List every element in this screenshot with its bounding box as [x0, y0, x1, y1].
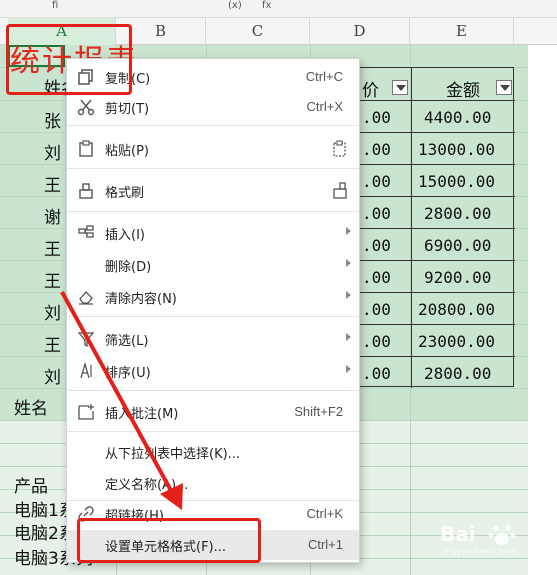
price-cell: .00	[362, 268, 391, 287]
price-cell: .00	[362, 236, 391, 255]
name-cell: 谢	[44, 208, 61, 228]
menu-item-label: 格式刷	[105, 186, 145, 201]
header-amount: 金额	[446, 81, 480, 101]
paw-icon	[488, 525, 516, 545]
name-cell: 刘	[44, 304, 61, 324]
sort-icon	[80, 362, 92, 379]
menu-item-label: 排序(U)	[105, 366, 151, 381]
spreadsheet-window: fi (x) fx A B C D E 统计报表 姓名 价 金额 张 刘 王 谢…	[0, 0, 557, 575]
toolbar-segment: (x)	[228, 0, 242, 11]
menu-item-delete[interactable]: 删除(D)	[67, 250, 359, 280]
column-header-e[interactable]: E	[410, 18, 514, 45]
format-brush-icon	[79, 183, 93, 199]
menu-item-format-painter[interactable]: 格式刷	[67, 176, 359, 206]
menu-item-label: 粘贴(P)	[105, 144, 149, 159]
menu-item-label: 筛选(L)	[105, 334, 149, 349]
menu-item-clear-contents[interactable]: 清除内容(N)	[67, 282, 359, 312]
menu-item-paste[interactable]: 粘贴(P)	[67, 134, 359, 164]
price-cell: .00	[362, 364, 391, 383]
header-price: 价	[362, 81, 379, 101]
amount-cell: 20800.00	[418, 300, 496, 319]
toolbar-segment: fi	[52, 0, 59, 11]
menu-item-label: 插入批注(M)	[105, 407, 179, 422]
amount-cell: 13000.00	[418, 140, 496, 159]
name-cell: 王	[44, 272, 61, 292]
paste-icon	[79, 140, 93, 157]
scissors-icon	[77, 99, 95, 116]
menu-item-label: 清除内容(N)	[105, 292, 177, 307]
watermark-sub: jingyan.baidu.com	[442, 547, 516, 556]
comment-icon	[78, 404, 94, 420]
amount-cell: 6900.00	[424, 236, 492, 255]
price-cell: .00	[362, 172, 391, 191]
name-cell: 刘	[44, 368, 61, 388]
toolbar-segment: fx	[262, 0, 272, 11]
name-cell: 王	[44, 176, 61, 196]
menu-item-sort[interactable]: 排序(U)	[67, 356, 359, 386]
annotation-box-format-cells	[77, 518, 261, 563]
menu-item-shortcut: Ctrl+X	[306, 99, 343, 114]
submenu-arrow-icon	[346, 259, 351, 267]
menu-item-insert[interactable]: 插入(I)	[67, 218, 359, 248]
amount-cell: 23000.00	[418, 332, 496, 351]
menu-item-cut[interactable]: 剪切(T) Ctrl+X	[67, 92, 359, 122]
menu-item-define-name[interactable]: 定义名称(A)...	[67, 468, 359, 498]
amount-cell: 15000.00	[418, 172, 496, 191]
sheet-right-edge	[528, 45, 557, 575]
name-cell: 刘	[44, 144, 61, 164]
price-cell: .00	[362, 332, 391, 351]
menu-item-label: 剪切(T)	[105, 102, 150, 117]
menu-item-pick-from-list[interactable]: 从下拉列表中选择(K)...	[67, 437, 359, 467]
amount-cell: 2800.00	[424, 204, 492, 223]
menu-item-label: 定义名称(A)...	[105, 478, 189, 493]
watermark-logo: Bai jingyan.baidu.com	[440, 520, 550, 560]
amount-cell: 9200.00	[424, 268, 492, 287]
annotation-box-column-a	[6, 24, 132, 95]
insert-icon	[78, 225, 94, 238]
formula-bar: fi (x) fx	[0, 0, 557, 18]
price-cell: .00	[362, 204, 391, 223]
filter-dropdown-icon[interactable]	[496, 80, 512, 95]
menu-item-label: 从下拉列表中选择(K)...	[105, 447, 241, 462]
submenu-arrow-icon	[346, 291, 351, 299]
amount-cell: 4400.00	[424, 108, 492, 127]
menu-item-shortcut: Ctrl+K	[306, 506, 343, 521]
label-product-cell: 产品	[14, 477, 48, 497]
menu-item-shortcut: Ctrl+1	[307, 537, 343, 552]
context-menu: 复制(C) Ctrl+C 剪切(T) Ctrl+X 粘贴(P) 格式刷 插入(I…	[66, 58, 360, 563]
column-header-d[interactable]: D	[310, 18, 410, 45]
menu-item-filter[interactable]: 筛选(L)	[67, 324, 359, 354]
paste-options-icon[interactable]	[331, 140, 349, 158]
name-cell: 王	[44, 336, 61, 356]
filter-icon	[77, 332, 95, 348]
name-cell: 张	[44, 112, 61, 132]
price-cell: .00	[362, 108, 391, 127]
menu-item-label: 删除(D)	[105, 260, 152, 275]
brush-options-icon[interactable]	[331, 182, 349, 200]
price-cell: .00	[362, 300, 391, 319]
eraser-icon	[79, 291, 93, 305]
label-name-cell: 姓名	[14, 399, 48, 419]
submenu-arrow-icon	[346, 333, 351, 341]
price-cell: .00	[362, 140, 391, 159]
menu-item-insert-comment[interactable]: 插入批注(M) Shift+F2	[67, 397, 359, 427]
menu-item-label: 插入(I)	[105, 228, 145, 243]
menu-item-shortcut: Shift+F2	[294, 404, 343, 419]
submenu-arrow-icon	[346, 365, 351, 373]
column-header-c[interactable]: C	[206, 18, 310, 45]
watermark-text: Bai	[440, 522, 476, 546]
name-cell: 王	[44, 240, 61, 260]
menu-item-shortcut: Ctrl+C	[305, 69, 343, 84]
filter-dropdown-icon[interactable]	[392, 80, 408, 95]
submenu-arrow-icon	[346, 227, 351, 235]
amount-cell: 2800.00	[424, 364, 492, 383]
